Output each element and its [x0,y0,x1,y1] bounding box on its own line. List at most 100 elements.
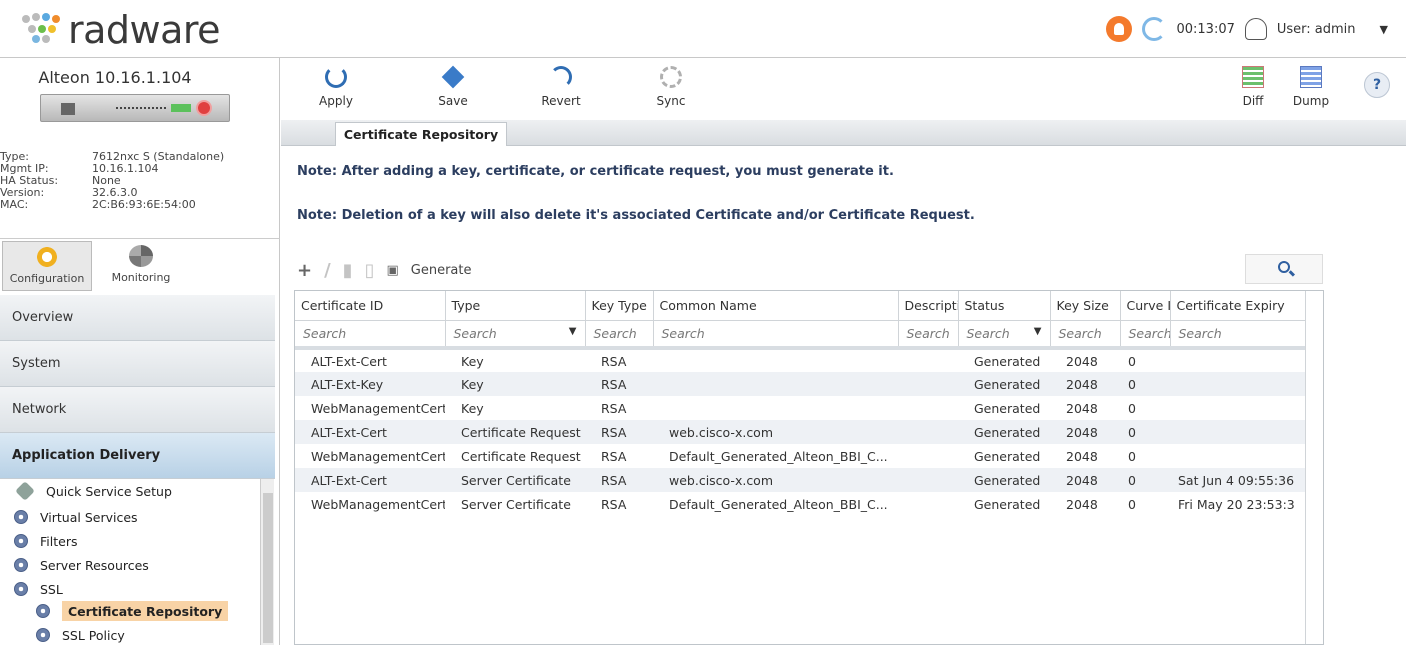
save-button[interactable]: Save [423,65,483,108]
apply-icon [325,66,347,88]
help-button[interactable]: ? [1364,72,1390,98]
table-cell [1170,348,1305,372]
table-cell: Generated [974,400,1041,416]
nav-overview[interactable]: Overview [0,295,275,341]
table-cell: Sat Jun 4 09:55:36 [1170,468,1305,492]
table-cell: Generated [958,420,1050,444]
col-certificate-expiry[interactable]: Certificate Expiry [1170,291,1306,321]
col-type[interactable]: Type [445,291,586,321]
expand-icon [14,558,28,572]
table-cell [898,372,958,396]
filter-curve[interactable]: Search [1120,320,1171,350]
col-common-name[interactable]: Common Name [653,291,899,321]
table-cell: Generated [958,468,1050,492]
nav-application-delivery[interactable]: Application Delivery [0,433,275,479]
table-cell: 0 [1128,353,1136,369]
table-cell: 2048 [1066,448,1098,464]
tree-certificate-repository[interactable]: Certificate Repository [62,601,229,621]
gear-icon [35,246,59,268]
diff-button[interactable]: Diff [1223,66,1283,108]
user-menu-chevron-down-icon[interactable]: ▼ [1380,23,1388,36]
nav-system[interactable]: System [0,341,275,387]
table-cell: 0 [1128,448,1136,464]
filter-certificate-id[interactable]: Search [295,320,446,350]
col-key-type[interactable]: Key Type [585,291,654,321]
filter-key-type[interactable]: Search [585,320,654,350]
add-icon[interactable]: + [297,260,312,281]
grid-actions: + / ▮ ▯ ▣ Generate [297,259,472,281]
table-cell: 2048 [1050,372,1120,396]
table-cell: RSA [601,353,627,369]
tree-ssl-policy[interactable]: SSL Policy [36,625,125,645]
chevron-down-icon[interactable]: ▼ [569,326,577,337]
table-cell: ALT-Ext-Key [295,372,445,396]
logo-dots-icon [22,13,64,47]
table-cell: Key [461,400,484,416]
table-scrollbar[interactable] [1305,318,1323,644]
copy-icon[interactable]: ▮ [343,260,353,281]
generate-button[interactable]: Generate [411,263,472,278]
table-cell [1170,444,1305,468]
table-row[interactable]: ALT-Ext-Key Key RSA Generated 2048 0 [295,372,1305,396]
device-image [40,94,230,122]
table-row[interactable]: ALT-Ext-Cert Key RSA Generated 2048 0 [295,348,1305,372]
col-description[interactable]: Descripti [898,291,959,321]
filter-common-name[interactable]: Search [653,320,899,350]
table-cell: 0 [1128,496,1136,512]
tab-strip: Certificate Repository [281,120,1406,146]
table-cell: RSA [585,420,653,444]
filter-description[interactable]: Search [898,320,959,350]
delete-icon[interactable]: ▯ [365,260,375,281]
brand-name: radware [68,8,221,52]
refresh-icon[interactable] [1142,17,1167,41]
table-row[interactable]: ALT-Ext-Cert Server Certificate RSA web.cis… [295,468,1305,492]
table-row[interactable]: WebManagementCert Certificate Request RSA D… [295,444,1305,468]
note-generate: Note: After adding a key, certificate, o… [297,164,894,179]
tab-certificate-repository[interactable]: Certificate Repository [335,122,507,146]
search-button[interactable] [1245,254,1323,284]
session-timer: 00:13:07 [1176,21,1235,37]
table-cell [898,348,958,372]
tree-server-resources[interactable]: Server Resources [14,555,149,575]
pie-chart-icon [129,245,153,267]
sync-button[interactable]: Sync [641,66,701,108]
tab-monitoring[interactable]: Monitoring [96,241,186,291]
apply-button[interactable]: Apply [306,66,366,108]
table-row[interactable]: ALT-Ext-Cert Certificate Request RSA web.ci… [295,420,1305,444]
tab-configuration[interactable]: Configuration [2,241,92,291]
tree-certificate-repository-row[interactable]: Certificate Repository [36,601,229,621]
search-icon [1278,261,1290,273]
nav-network[interactable]: Network [0,387,275,433]
table-cell [653,348,898,372]
tree-ssl[interactable]: SSL [14,579,63,599]
filter-key-size[interactable]: Search [1050,320,1121,350]
table-cell: Key [445,372,585,396]
table-cell: Fri May 20 23:53:3 [1178,496,1295,512]
table-row[interactable]: WebManagementCert Key RSA Generated 2048 0 [295,396,1305,420]
dump-icon [1300,66,1322,88]
chevron-down-icon[interactable]: ▼ [1034,326,1042,337]
col-certificate-id[interactable]: Certificate ID [295,291,446,321]
filter-certificate-expiry[interactable]: Search [1170,320,1306,350]
table-cell [898,468,958,492]
table-row[interactable]: WebManagementCert Server Certificate RSA De… [295,492,1305,516]
user-label[interactable]: User: admin [1277,22,1356,37]
filter-type[interactable]: Search ▼ [445,320,586,350]
table-cell: web.cisco-x.com [653,468,898,492]
top-header: radware 00:13:07 User: admin ▼ [0,0,1406,58]
col-status[interactable]: Status [958,291,1051,321]
col-key-size[interactable]: Key Size [1050,291,1121,321]
expand-icon [14,534,28,548]
filter-status[interactable]: Search ▼ [958,320,1051,350]
notification-bell-icon[interactable] [1106,16,1133,42]
col-curve[interactable]: Curve I [1120,291,1171,321]
revert-icon [550,66,572,88]
tree-filters[interactable]: Filters [14,531,77,551]
table-cell [653,396,898,420]
tree-virtual-services[interactable]: Virtual Services [14,507,138,527]
dump-button[interactable]: Dump [1281,66,1341,108]
edit-icon[interactable]: / [324,260,331,281]
revert-button[interactable]: Revert [531,66,591,108]
tree-quick-service-setup[interactable]: Quick Service Setup [15,481,172,501]
tree-scrollbar[interactable] [260,479,274,645]
